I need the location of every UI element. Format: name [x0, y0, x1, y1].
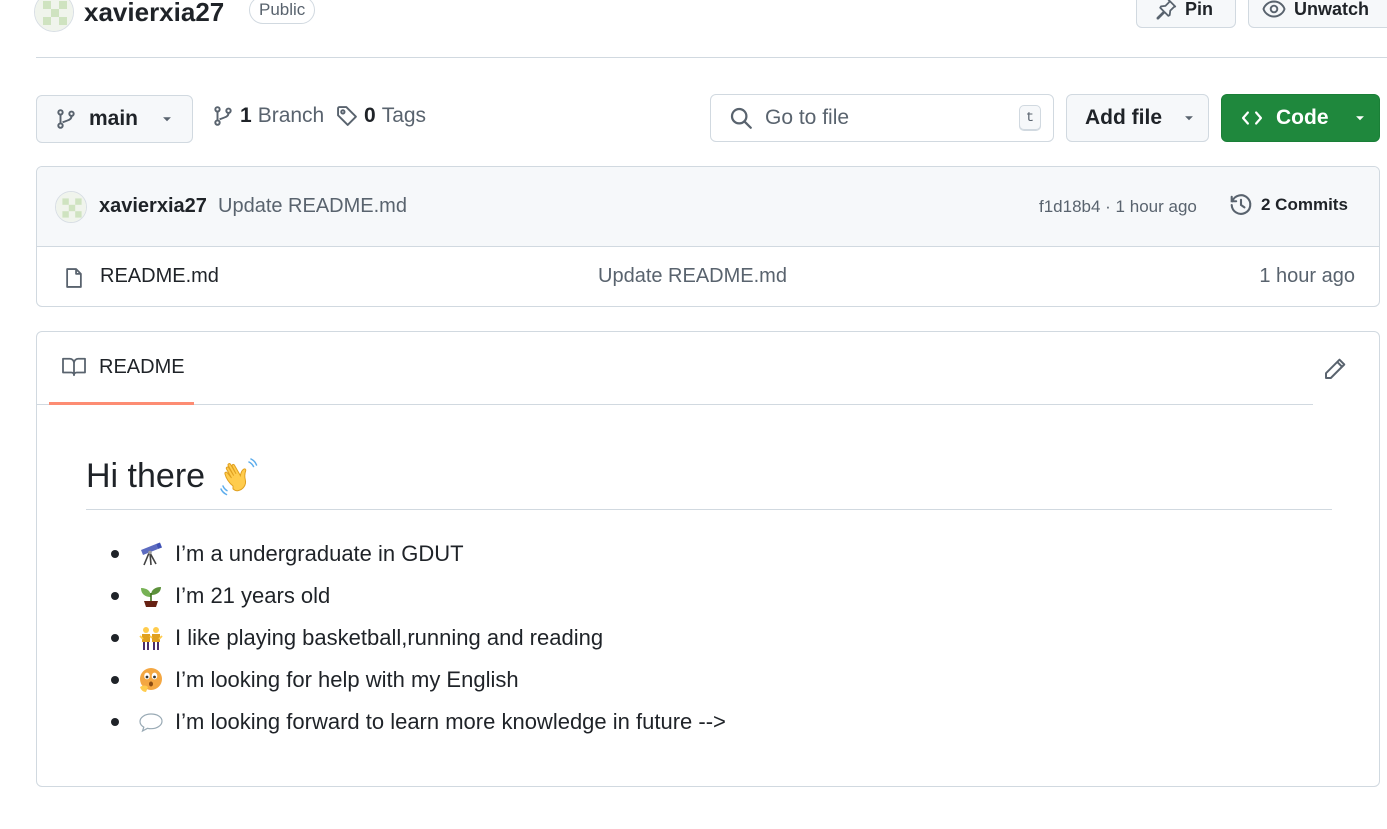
pin-icon [1155, 0, 1177, 20]
list-item-text: I’m looking for help with my English [175, 667, 519, 692]
chevron-down-icon [160, 112, 174, 126]
branch-count-label: Branch [257, 104, 325, 127]
thinking-face-icon [138, 667, 164, 693]
bullet [111, 592, 119, 600]
readme-list: I’m a undergraduate in GDUT I’m 21 years… [86, 533, 1326, 743]
readme-tabbar: README [37, 332, 1313, 405]
bullet [111, 634, 119, 642]
file-browser: xavierxia27 Update README.md f1d18b4 · 1… [36, 166, 1380, 307]
chevron-down-icon [1182, 111, 1196, 125]
keyboard-shortcut-hint: t [1019, 105, 1041, 131]
tags-link[interactable]: 0 Tags [336, 104, 426, 128]
add-file-label: Add file [1085, 106, 1162, 129]
file-updated-time: 1 hour ago [1259, 265, 1355, 287]
unwatch-label: Unwatch [1294, 0, 1370, 19]
people-icon [138, 625, 164, 651]
file-name[interactable]: README.md [100, 265, 219, 288]
file-row[interactable]: README.md Update README.md 1 hour ago [37, 247, 1379, 306]
git-branch-icon [55, 108, 77, 130]
seedling-icon [138, 583, 164, 609]
search-icon [729, 106, 753, 130]
commit-message[interactable]: Update README.md [218, 195, 407, 218]
commit-author-avatar[interactable] [55, 191, 87, 223]
bullet [111, 718, 119, 726]
unwatch-button[interactable]: Unwatch [1248, 0, 1387, 28]
heading-divider [86, 509, 1332, 510]
list-item: I’m a undergraduate in GDUT [86, 533, 1326, 575]
speech-bubble-icon [138, 709, 164, 735]
code-label: Code [1276, 106, 1329, 129]
list-item: I like playing basketball,running and re… [86, 617, 1326, 659]
telescope-icon [138, 541, 164, 567]
latest-commit-row: xavierxia27 Update README.md f1d18b4 · 1… [37, 167, 1379, 247]
history-icon [1229, 193, 1253, 217]
tag-count: 0 [364, 104, 376, 127]
list-item-text: I like playing basketball,running and re… [175, 625, 604, 650]
book-icon [61, 356, 87, 378]
header-divider [36, 57, 1387, 58]
branches-link[interactable]: 1 Branch [212, 104, 324, 128]
code-button[interactable]: Code [1221, 94, 1380, 142]
pin-label: Pin [1185, 0, 1214, 19]
list-item-text: I’m 21 years old [175, 583, 331, 608]
tab-readme[interactable]: README [49, 332, 194, 405]
git-branch-icon [212, 105, 234, 127]
tag-count-label: Tags [381, 104, 427, 127]
search-placeholder: Go to file [765, 106, 850, 129]
go-to-file-input[interactable]: Go to file t [710, 94, 1054, 142]
readme-tab-label: README [99, 355, 185, 378]
list-item-text: I’m looking forward to learn more knowle… [175, 709, 726, 734]
list-item-text: I’m a undergraduate in GDUT [175, 541, 464, 566]
pin-button[interactable]: Pin [1136, 0, 1236, 28]
list-item: I’m 21 years old [86, 575, 1326, 617]
commit-author[interactable]: xavierxia27 [99, 195, 207, 218]
readme-heading: Hi there [86, 456, 259, 496]
branch-count: 1 [240, 104, 252, 127]
bullet [111, 676, 119, 684]
repo-owner-avatar[interactable] [34, 0, 74, 32]
readme-heading-text: Hi there [86, 456, 206, 495]
file-commit-message[interactable]: Update README.md [598, 265, 787, 288]
chevron-down-icon [1353, 111, 1367, 125]
branch-select-button[interactable]: main [36, 95, 193, 143]
visibility-badge: Public [249, 0, 316, 24]
commit-hash-time[interactable]: f1d18b4 · 1 hour ago [1039, 197, 1197, 217]
list-item: I’m looking for help with my English [86, 659, 1326, 701]
repo-name[interactable]: xavierxia27 [84, 0, 224, 30]
branch-name: main [89, 107, 139, 130]
bullet [111, 550, 119, 558]
eye-icon [1262, 0, 1286, 21]
commits-count-label: 2 Commits [1261, 195, 1348, 214]
tag-icon [336, 105, 358, 127]
waving-hand-icon [219, 456, 259, 496]
file-icon [63, 266, 85, 290]
list-item: I’m looking forward to learn more knowle… [86, 701, 1326, 743]
edit-pencil-icon[interactable] [1323, 357, 1347, 381]
readme-panel: README Hi there I’m a undergraduate in G… [36, 331, 1380, 787]
code-icon [1240, 107, 1264, 129]
commits-history-link[interactable]: 2 Commits [1229, 193, 1348, 217]
add-file-button[interactable]: Add file [1066, 94, 1209, 142]
